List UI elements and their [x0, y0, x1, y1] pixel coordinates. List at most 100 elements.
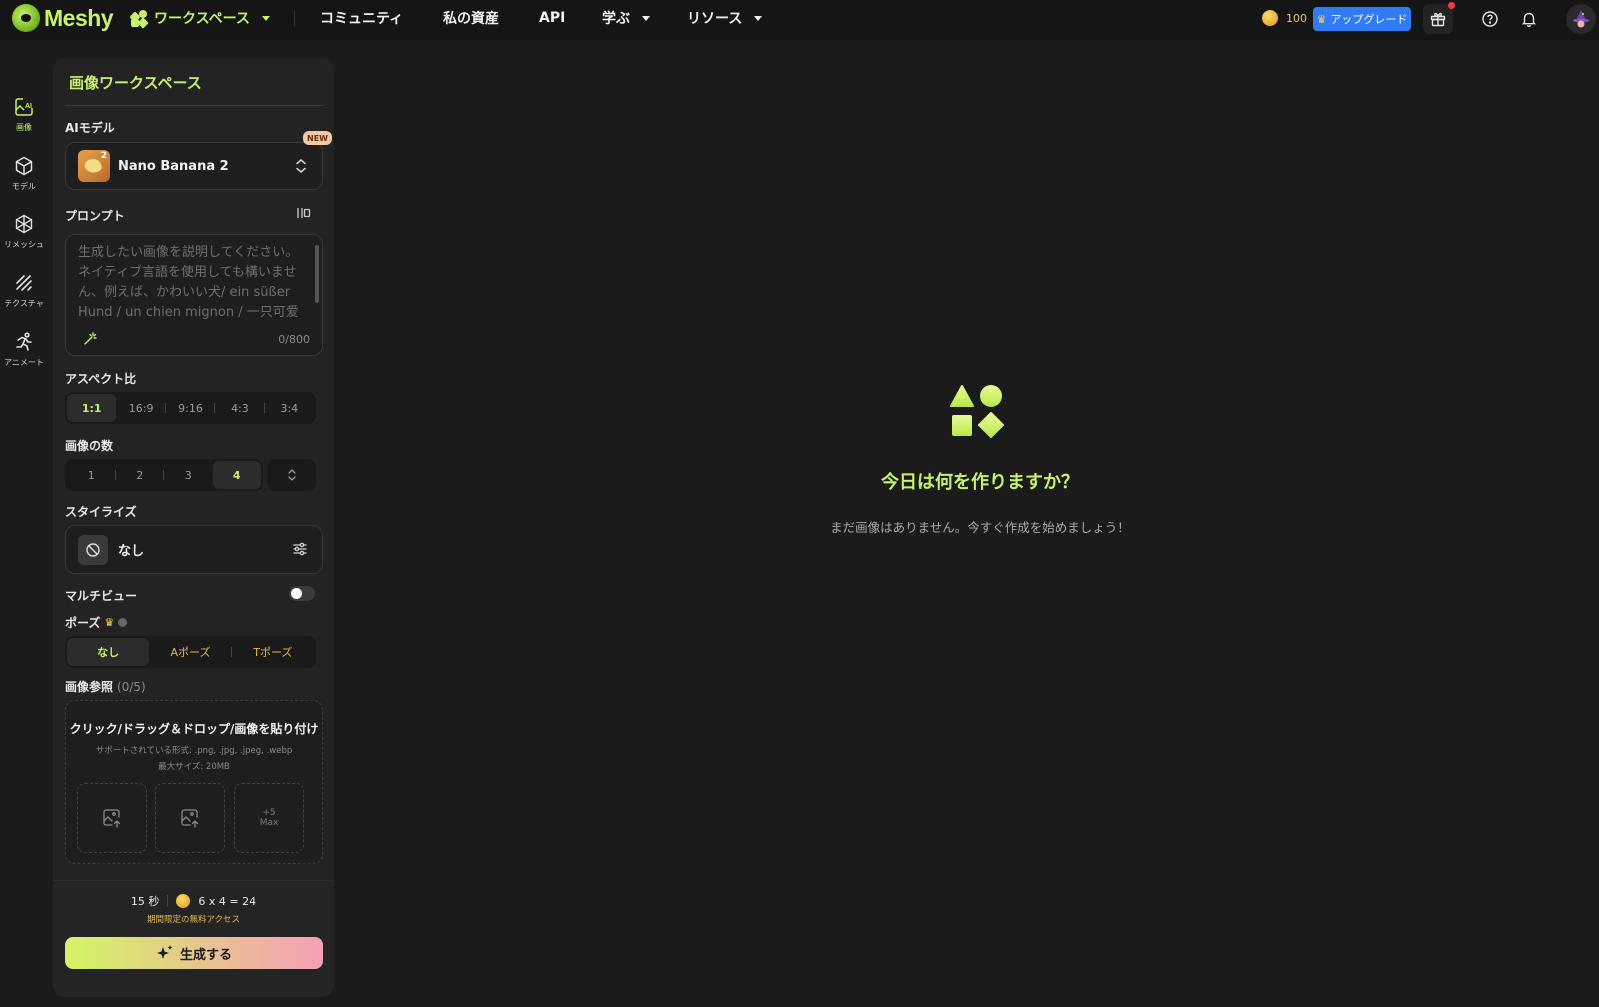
model-name: Nano Banana 2	[118, 158, 229, 174]
generate-footer: 15 秒 6 x 4 = 24 期間限定の無料アクセス 生成する	[53, 880, 334, 997]
image-reference-label-text: 画像参照	[65, 680, 114, 694]
count-stepper[interactable]	[267, 459, 316, 491]
help-button[interactable]	[1478, 7, 1502, 31]
image-workspace-panel: 画像ワークスペース AIモデル 2 Nano Banana 2 NEW プロンプ…	[53, 58, 334, 997]
remesh-icon	[15, 214, 33, 234]
nav-api[interactable]: API	[539, 0, 565, 36]
prompt-input[interactable]: 生成したい画像を説明してください。ネイティブ言語を使用しても構いません、例えば、…	[65, 234, 323, 356]
nav-api-label: API	[539, 10, 566, 26]
aspect-option-4-3[interactable]: 4:3	[215, 394, 266, 422]
logo-text: Meshy	[44, 4, 114, 31]
top-nav: Meshy ワークスペース コミュニティ 私の資産 API 学ぶ リソース 10…	[0, 0, 1599, 40]
pose-selector: なし Aポーズ Tポーズ	[65, 636, 316, 668]
prompt-char-count: 0/800	[278, 333, 310, 346]
rail-label-remesh: リメッシュ	[4, 240, 44, 249]
image-upload-icon	[103, 809, 121, 828]
credits-count: 100	[1286, 11, 1307, 25]
stylize-selector[interactable]: なし	[65, 525, 323, 574]
image-upload-dropzone[interactable]: クリック/ドラッグ＆ドロップ/画像を貼り付け サポートされている形式: .png…	[65, 700, 323, 864]
toggle-knob	[291, 588, 302, 599]
aspect-option-16-9[interactable]: 16:9	[116, 394, 167, 422]
upload-title: クリック/ドラッグ＆ドロップ/画像を貼り付け	[69, 722, 319, 736]
pose-option-a-pose[interactable]: Aポーズ	[149, 638, 232, 666]
image-reference-label: 画像参照 (0/5)	[65, 678, 146, 695]
count-option-4[interactable]: 4	[212, 461, 261, 489]
upload-slot[interactable]	[155, 783, 225, 853]
aspect-option-9-16[interactable]: 9:16	[166, 394, 216, 422]
nav-assets[interactable]: 私の資産	[443, 0, 499, 36]
nav-divider	[294, 10, 295, 26]
avatar[interactable]	[1566, 4, 1596, 34]
upgrade-button[interactable]: ♛ アップグレード	[1313, 7, 1411, 31]
info-icon[interactable]	[118, 618, 128, 627]
rail-item-image[interactable]: AI 画像	[4, 96, 44, 133]
rail-item-model[interactable]: モデル	[4, 155, 44, 192]
nav-workspace[interactable]: ワークスペース	[129, 0, 270, 36]
bell-icon	[1522, 12, 1536, 28]
help-icon	[1482, 11, 1498, 27]
nav-learn[interactable]: 学ぶ	[602, 0, 650, 36]
pose-option-t-pose[interactable]: Tポーズ	[232, 638, 314, 666]
divider	[65, 105, 324, 106]
nav-community[interactable]: コミュニティ	[320, 0, 403, 36]
generate-button[interactable]: 生成する	[65, 937, 323, 969]
workspace-icon	[129, 9, 149, 29]
image-count-label: 画像の数	[65, 437, 113, 454]
multiview-toggle[interactable]	[289, 586, 315, 601]
cube-icon	[15, 156, 33, 176]
credit-cost: 6 x 4 = 24	[198, 894, 257, 908]
count-option-3[interactable]: 3	[164, 461, 213, 489]
nav-resources-label: リソース	[687, 11, 743, 27]
magic-wand-icon[interactable]	[82, 331, 98, 347]
crown-icon: ♛	[104, 616, 115, 629]
running-figure-icon	[16, 332, 32, 351]
chevron-down-icon	[642, 15, 650, 21]
gift-button[interactable]	[1423, 2, 1455, 34]
model-selector[interactable]: 2 Nano Banana 2	[65, 142, 323, 190]
aspect-option-1-1[interactable]: 1:1	[67, 394, 117, 422]
model-thumb-number: 2	[100, 151, 107, 161]
rail-label-animate: アニメート	[4, 358, 44, 367]
estimated-time: 15 秒	[130, 895, 160, 908]
nav-resources[interactable]: リソース	[687, 0, 763, 36]
rail-item-texture[interactable]: テクスチャ	[4, 272, 44, 309]
prompt-label: プロンプト	[65, 207, 125, 224]
multiview-label-text: マルチビュー	[65, 589, 138, 603]
pose-option-none[interactable]: なし	[67, 638, 150, 666]
rail-item-remesh[interactable]: リメッシュ	[4, 213, 44, 250]
cost-row: 15 秒 6 x 4 = 24	[53, 893, 334, 909]
count-option-1[interactable]: 1	[67, 461, 116, 489]
divider	[167, 895, 169, 907]
ai-model-label: AIモデル	[65, 119, 115, 136]
prompt-label-text: プロンプト	[65, 209, 125, 223]
none-style-thumb	[78, 534, 108, 565]
upload-slot-more[interactable]: +5 Max	[234, 783, 304, 853]
generate-label: 生成する	[179, 947, 232, 963]
chevron-down-icon	[754, 15, 763, 21]
more-slots-count: +5	[262, 808, 276, 818]
notifications-button[interactable]	[1517, 7, 1541, 31]
model-thumbnail: 2	[78, 150, 110, 182]
upload-slot[interactable]	[77, 783, 147, 853]
nav-learn-label: 学ぶ	[602, 11, 630, 27]
image-reference-count: (0/5)	[117, 679, 146, 694]
prompt-scrollbar[interactable]	[315, 245, 319, 303]
credits-display[interactable]: 100	[1262, 10, 1307, 26]
stylize-label-text: スタイライズ	[65, 505, 137, 519]
image-upload-icon	[181, 809, 199, 828]
more-slots-max: Max	[259, 818, 279, 828]
ban-icon	[86, 542, 100, 557]
logo[interactable]: Meshy	[12, 4, 114, 32]
sliders-icon[interactable]	[292, 541, 308, 557]
panel-title: 画像ワークスペース	[69, 74, 202, 92]
aspect-option-3-4[interactable]: 3:4	[265, 394, 314, 422]
expand-prompt-icon[interactable]	[296, 206, 312, 220]
image-count-selector: 1 2 3 4	[65, 459, 263, 491]
promo-text: 期間限定の無料アクセス	[146, 915, 241, 925]
sparkles-icon	[156, 945, 173, 959]
gift-icon	[1430, 12, 1446, 27]
rail-item-animate[interactable]: アニメート	[4, 331, 44, 368]
count-option-2[interactable]: 2	[116, 461, 165, 489]
empty-state-subtitle: まだ画像はありません。今すぐ作成を始めましょう！	[830, 520, 1130, 535]
max-size: 最大サイズ: 20MB	[158, 762, 230, 772]
